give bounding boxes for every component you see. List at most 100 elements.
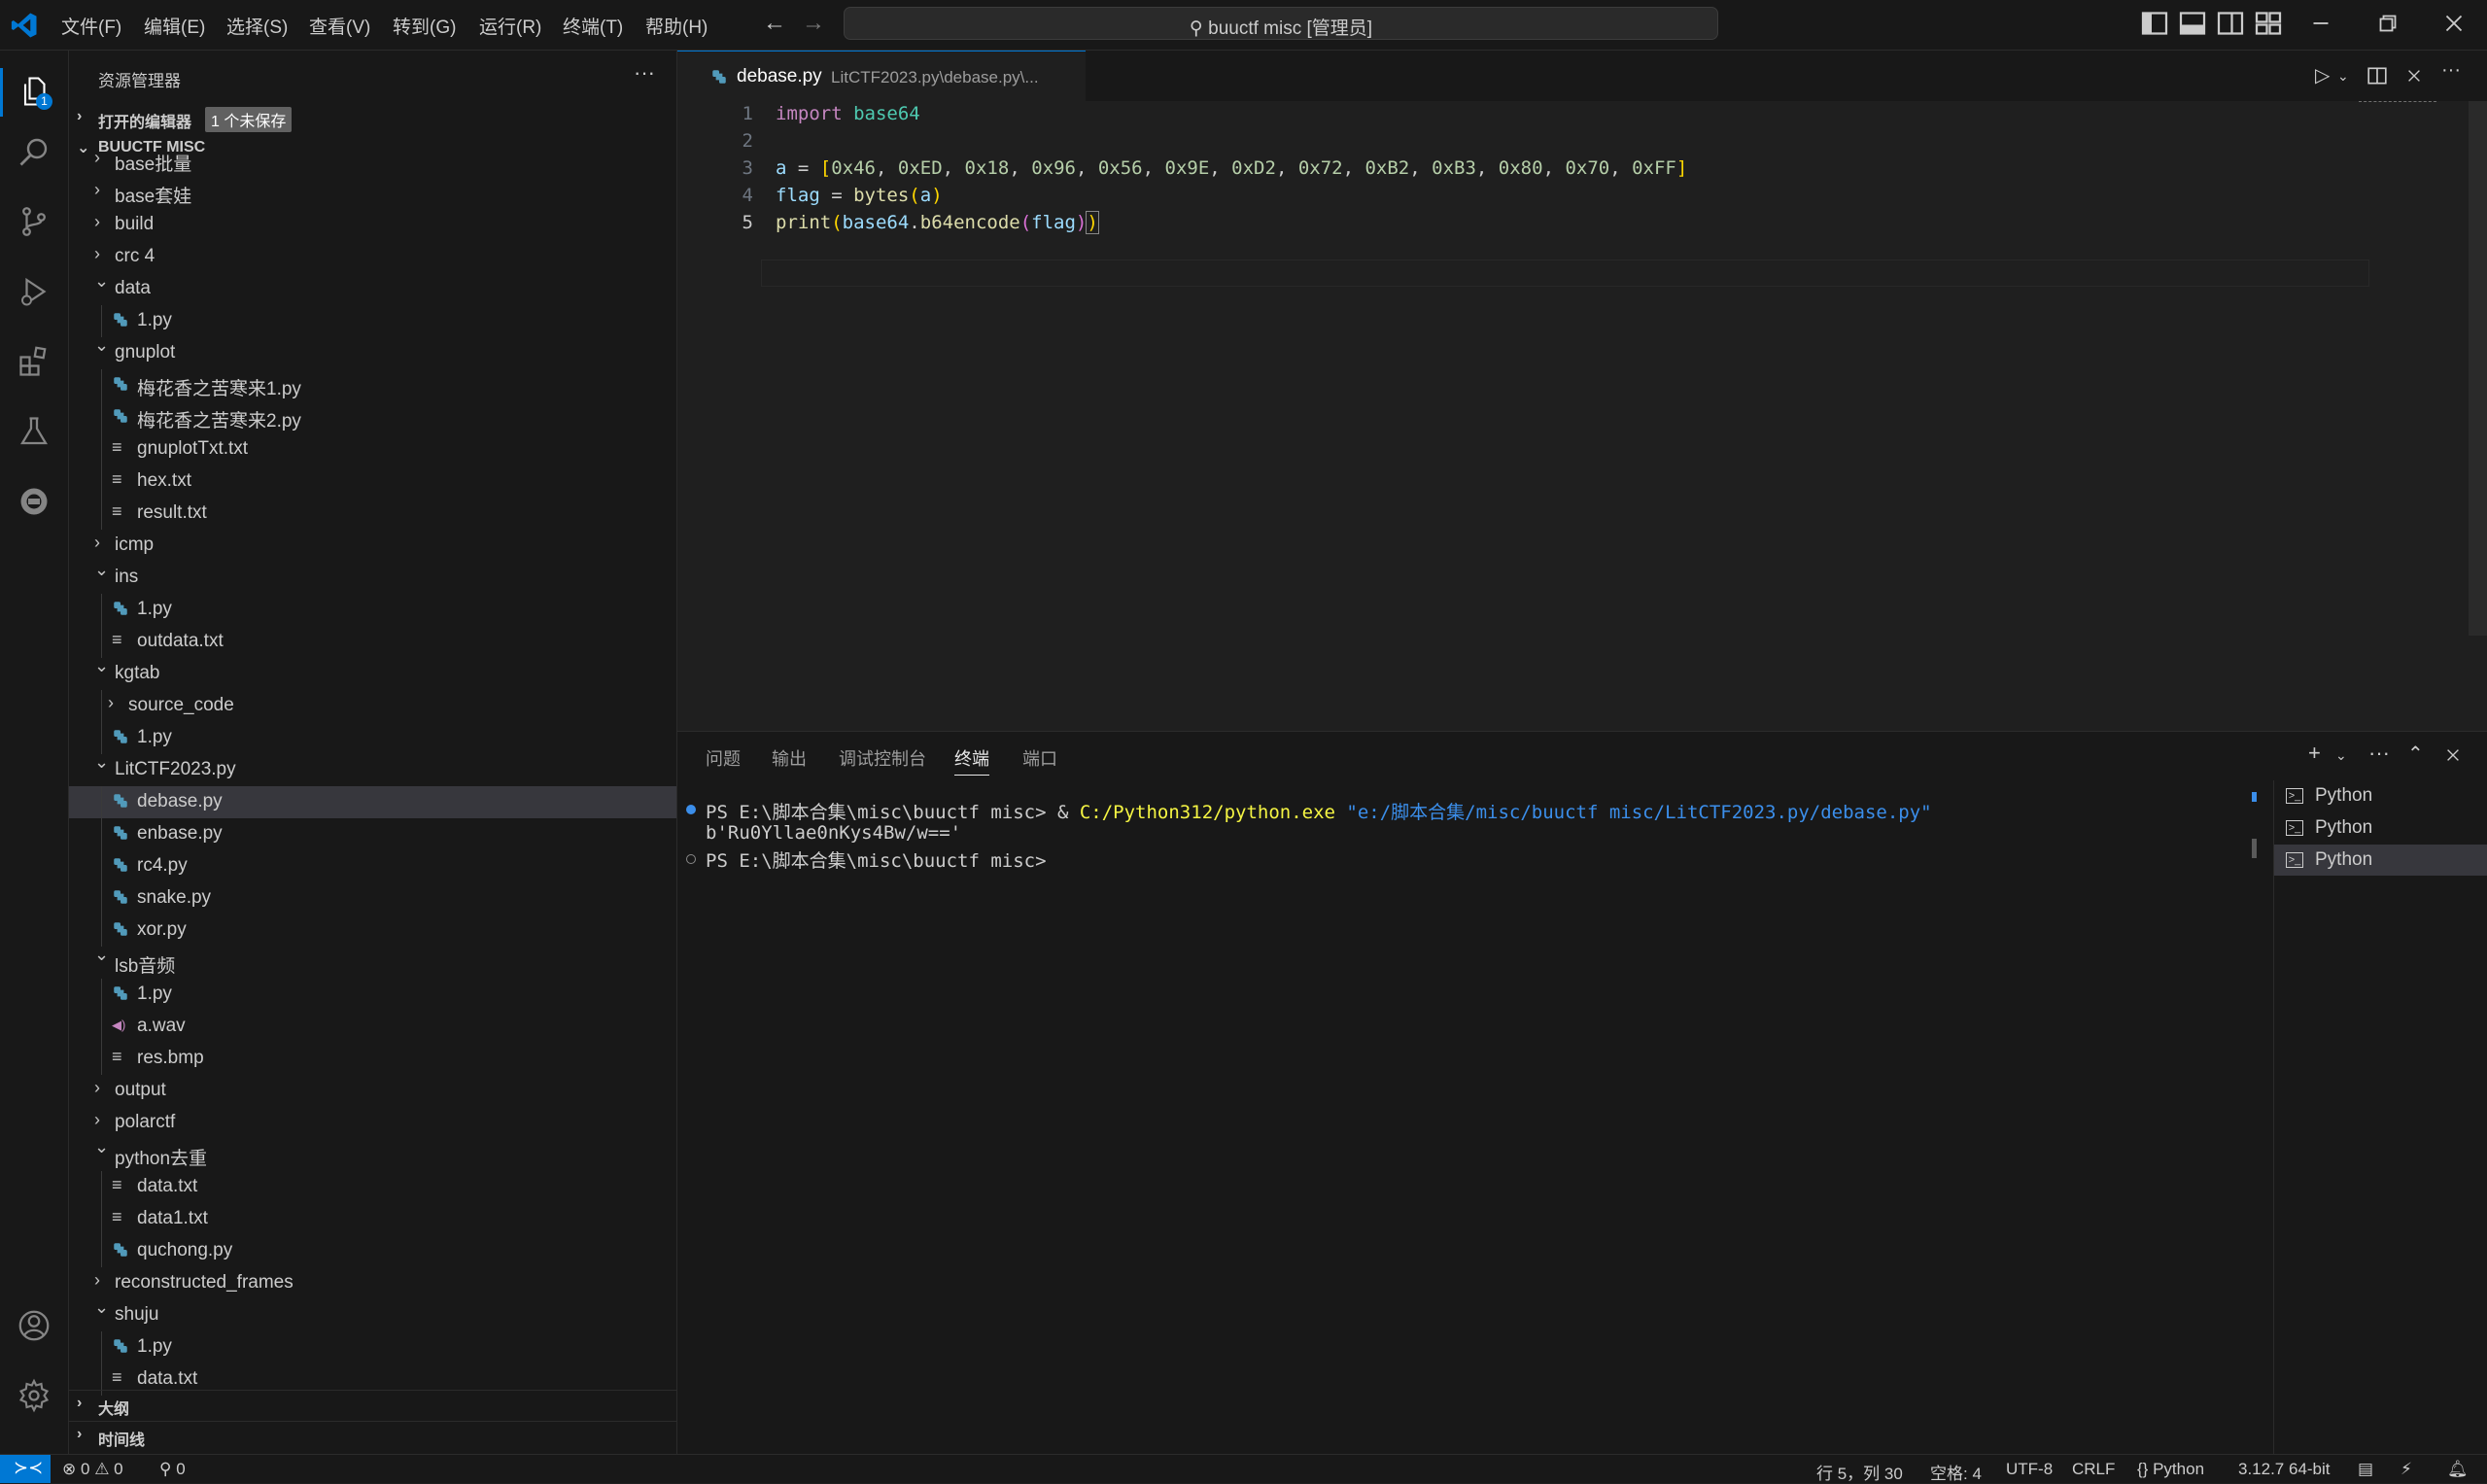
panel-tab[interactable]: 调试控制台 — [839, 745, 926, 771]
indentation[interactable]: 空格: 4 — [1930, 1460, 1982, 1484]
menu-item[interactable]: 帮助(H) — [645, 13, 708, 39]
back-arrow-icon[interactable]: ← — [763, 10, 786, 37]
notebook-icon[interactable]: ▤ — [2358, 1460, 2373, 1479]
tree-folder[interactable]: ⌄ data — [69, 271, 676, 305]
tree-file[interactable]: ≡ gnuplotTxt.txt — [69, 433, 676, 466]
terminal-instance[interactable]: >_ Python — [2274, 845, 2487, 876]
tree-folder[interactable]: ⌄ shuju — [69, 1297, 676, 1331]
tree-folder[interactable]: ⌄ python去重 — [69, 1137, 676, 1171]
tree-file[interactable]: 梅花香之苦寒来2.py — [69, 401, 676, 433]
code-line[interactable]: 5 print(base64.b64encode(flag)) — [677, 208, 2330, 235]
outline-section[interactable]: › 大纲 — [69, 1390, 676, 1420]
close-panel-icon[interactable] — [2444, 746, 2462, 764]
forward-arrow-icon[interactable]: → — [802, 10, 825, 37]
tree-folder[interactable]: ⌄ kgtab — [69, 656, 676, 690]
remote-explorer-icon[interactable] — [17, 484, 52, 519]
copilot-icon[interactable]: ⚡ — [2401, 1460, 2412, 1479]
tree-file[interactable]: debase.py — [69, 786, 676, 818]
terminal-scrollbar[interactable] — [2252, 839, 2257, 858]
notifications-bell-icon[interactable]: 🔔︎ — [2447, 1460, 2469, 1479]
new-terminal-icon[interactable]: + — [2308, 741, 2321, 766]
tree-file[interactable]: 1.py — [69, 305, 676, 337]
command-center[interactable]: ⚲ buuctf misc [管理员] — [844, 7, 1718, 40]
menu-item[interactable]: 文件(F) — [61, 13, 121, 39]
tree-folder[interactable]: ⌄ LitCTF2023.py — [69, 752, 676, 786]
tree-file[interactable]: ≡ data.txt — [69, 1171, 676, 1203]
tree-folder[interactable]: ⌄ ins — [69, 560, 676, 594]
menu-item[interactable]: 选择(S) — [226, 13, 288, 39]
extensions-icon[interactable] — [17, 344, 52, 379]
run-debug-icon[interactable] — [17, 274, 52, 309]
terminal-output[interactable]: b'Ru0Yllae0nKys4Bw/w==' — [706, 822, 961, 844]
terminal-prompt[interactable]: PS E:\脚本合集\misc\buuctf misc> — [706, 846, 1057, 873]
chevron-down-icon[interactable]: ⌄ — [2335, 747, 2347, 764]
tree-folder[interactable]: ⌄ gnuplot — [69, 335, 676, 369]
tab-debase-py[interactable]: debase.py LitCTF2023.py\debase.py\... — [677, 51, 1086, 101]
code-line[interactable]: 3 a = [0x46, 0xED, 0x18, 0x96, 0x56, 0x9… — [677, 154, 2330, 181]
tree-folder[interactable]: › output — [69, 1075, 676, 1107]
tree-file[interactable]: xor.py — [69, 915, 676, 947]
tree-file[interactable]: rc4.py — [69, 850, 676, 882]
remote-indicator[interactable]: ≻≺ — [0, 1455, 51, 1483]
toggle-primary-sidebar-icon[interactable] — [2140, 9, 2169, 38]
errors-indicator[interactable]: ⊗ 0 ⚠ 0 — [62, 1460, 123, 1479]
tree-file[interactable]: 1.py — [69, 1331, 676, 1363]
minimize-icon[interactable] — [2306, 9, 2335, 38]
tree-folder[interactable]: › polarctf — [69, 1107, 676, 1139]
tree-file[interactable]: 1.py — [69, 594, 676, 626]
more-actions-icon[interactable]: ··· — [634, 60, 655, 86]
encoding[interactable]: UTF-8 — [2006, 1460, 2053, 1479]
panel-tab[interactable]: 终端 — [954, 745, 989, 776]
terminal-line[interactable]: PS E:\脚本合集\misc\buuctf misc> & C:/Python… — [706, 798, 1932, 824]
source-control-icon[interactable] — [17, 204, 52, 239]
tree-file[interactable]: 1.py — [69, 979, 676, 1011]
toggle-panel-icon[interactable] — [2178, 9, 2207, 38]
line-ending[interactable]: CRLF — [2072, 1460, 2115, 1479]
panel-tab[interactable]: 端口 — [1022, 745, 1057, 771]
terminal-instance[interactable]: >_ Python — [2274, 812, 2487, 844]
tree-file[interactable]: ≡ result.txt — [69, 498, 676, 530]
tree-folder[interactable]: › reconstructed_frames — [69, 1267, 676, 1299]
tree-folder[interactable]: › base套娃 — [69, 177, 676, 209]
restore-icon[interactable] — [2373, 9, 2402, 38]
panel-tab[interactable]: 输出 — [772, 745, 807, 771]
tree-folder[interactable]: › crc 4 — [69, 241, 676, 273]
editor-more-icon[interactable]: ··· — [2441, 59, 2461, 82]
close-editor-icon[interactable] — [2405, 67, 2423, 85]
menu-item[interactable]: 运行(R) — [479, 13, 541, 39]
code-line[interactable]: 1 import base64 — [677, 99, 2330, 126]
python-interpreter[interactable]: 3.12.7 64-bit — [2238, 1460, 2331, 1479]
tree-folder[interactable]: › icmp — [69, 530, 676, 562]
tree-file[interactable]: ≡ data1.txt — [69, 1203, 676, 1235]
tree-file[interactable]: snake.py — [69, 882, 676, 915]
minimap[interactable] — [2359, 101, 2436, 105]
tree-folder[interactable]: › build — [69, 209, 676, 241]
editor-scrollbar[interactable] — [2469, 101, 2487, 636]
language-mode[interactable]: {} Python — [2137, 1460, 2204, 1479]
cursor-position[interactable]: 行 5，列 30 — [1816, 1460, 1903, 1484]
tree-file[interactable]: 梅花香之苦寒来1.py — [69, 369, 676, 401]
tree-folder[interactable]: › base批量 — [69, 155, 676, 177]
tree-file[interactable]: quchong.py — [69, 1235, 676, 1267]
tree-folder[interactable]: ⌄ lsb音频 — [69, 945, 676, 979]
open-editors-section[interactable]: › 打开的编辑器 1 个未保存 — [69, 104, 676, 133]
toggle-secondary-sidebar-icon[interactable] — [2216, 9, 2245, 38]
split-editor-icon[interactable] — [2366, 65, 2388, 86]
ports-indicator[interactable]: ⚲ 0 — [159, 1460, 186, 1479]
menu-item[interactable]: 终端(T) — [563, 13, 623, 39]
terminal-instance[interactable]: >_ Python — [2274, 780, 2487, 811]
menu-item[interactable]: 编辑(E) — [144, 13, 205, 39]
editor-area[interactable]: 1 import base64 2 3 a = [0x46, 0xED, 0x1… — [677, 51, 2487, 731]
maximize-panel-icon[interactable]: ⌃ — [2407, 742, 2424, 766]
tree-file[interactable]: ≡ hex.txt — [69, 466, 676, 498]
code-line[interactable]: 2 — [677, 126, 2330, 154]
search-icon[interactable] — [17, 134, 52, 169]
tree-folder[interactable]: › source_code — [69, 690, 676, 722]
tree-file[interactable]: ≡ outdata.txt — [69, 626, 676, 658]
tree-file[interactable]: 1.py — [69, 722, 676, 754]
explorer-icon[interactable]: 1 — [17, 74, 52, 110]
tree-file[interactable]: ◀) a.wav — [69, 1011, 676, 1043]
settings-gear-icon[interactable] — [17, 1378, 52, 1413]
panel-more-icon[interactable]: ··· — [2368, 741, 2390, 766]
customize-layout-icon[interactable] — [2254, 9, 2283, 38]
